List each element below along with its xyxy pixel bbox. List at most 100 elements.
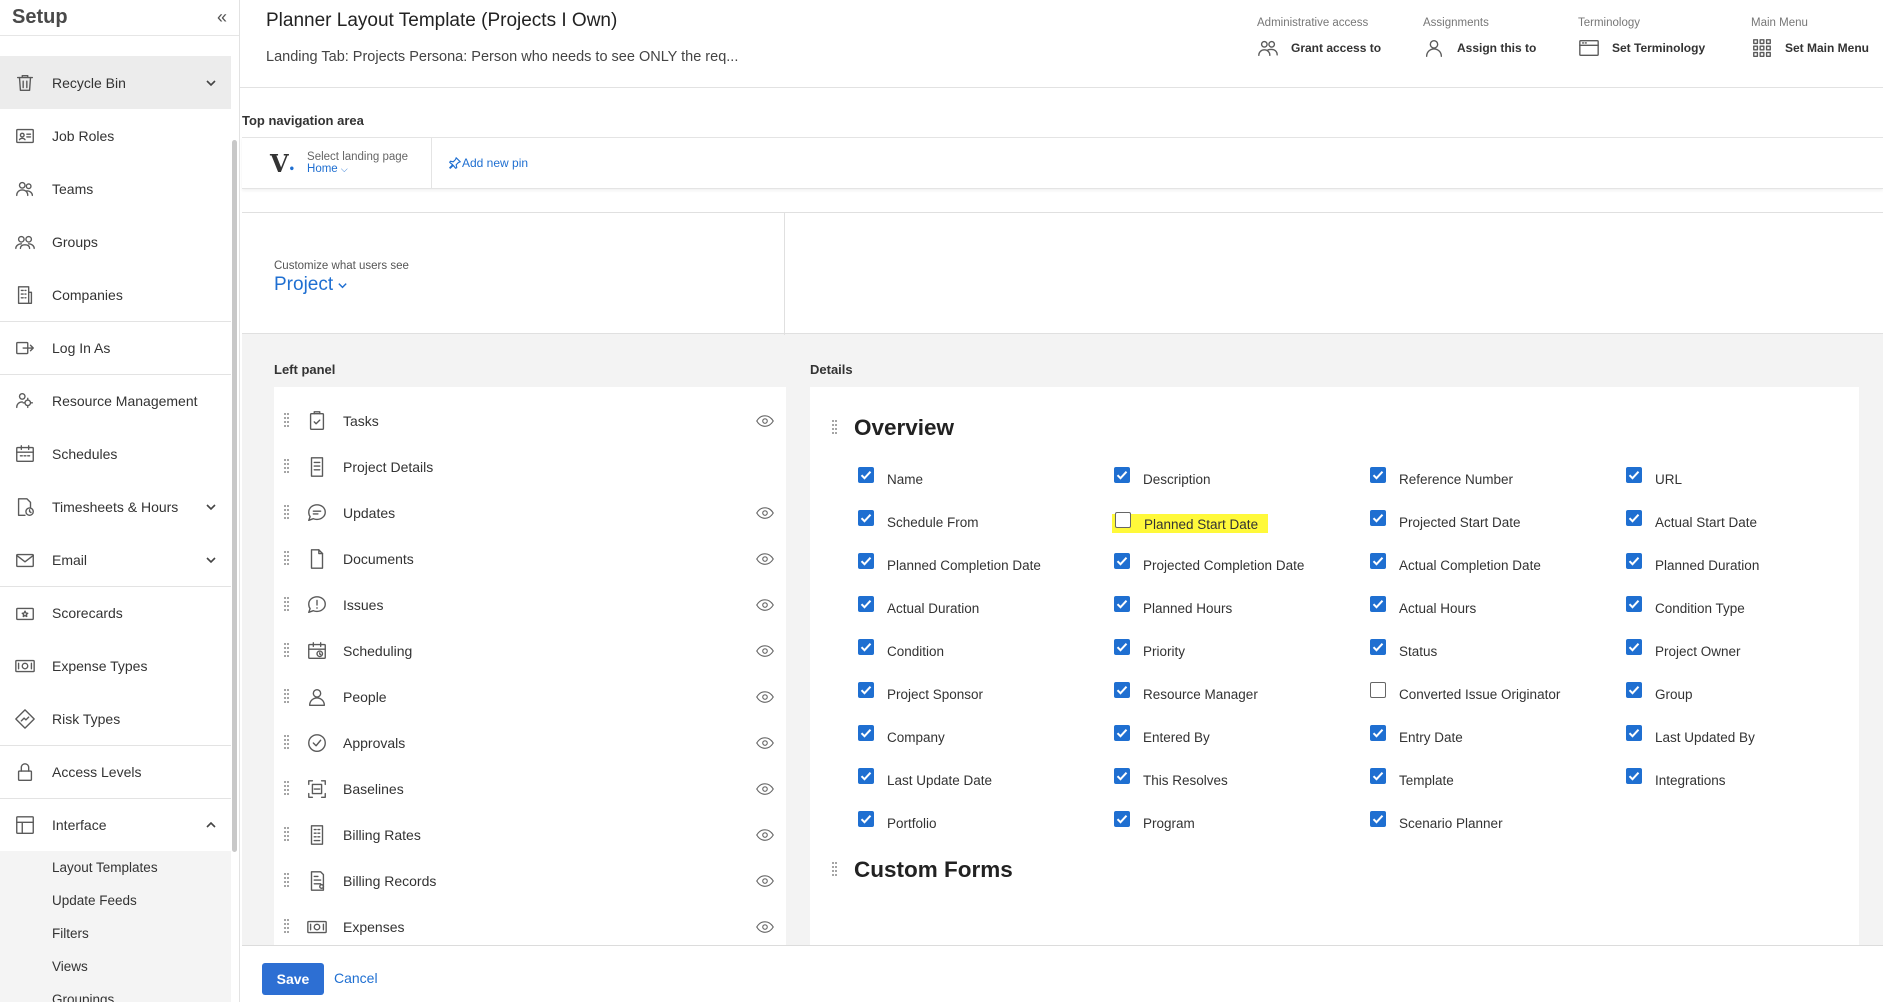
eye-icon[interactable] [756,507,774,519]
field-checkbox-item[interactable]: Condition Type [1626,596,1745,616]
checkbox-checked[interactable] [1370,639,1386,655]
checkbox-checked[interactable] [1370,510,1386,526]
field-checkbox-item[interactable]: Status [1370,639,1437,659]
checkbox-checked[interactable] [1626,553,1642,569]
checkbox-checked[interactable] [1626,725,1642,741]
sidebar-item[interactable]: Schedules [0,427,231,480]
sidebar-item[interactable]: Timesheets & Hours [0,480,231,533]
eye-icon[interactable] [756,645,774,657]
drag-handle-icon[interactable] [284,505,292,521]
field-checkbox-item[interactable]: Last Update Date [858,768,992,788]
field-checkbox-item[interactable]: Portfolio [858,811,937,831]
sidebar-item[interactable]: Job Roles [0,109,231,162]
overview-section-header[interactable]: Overview [832,415,954,441]
custom-forms-section-header[interactable]: Custom Forms [832,857,1013,883]
drag-handle-icon[interactable] [284,413,292,429]
checkbox-checked[interactable] [1114,553,1130,569]
field-checkbox-item[interactable]: Project Owner [1626,639,1741,659]
header-action-button[interactable]: Grant access to [1257,37,1381,59]
eye-icon[interactable] [756,553,774,565]
checkbox-checked[interactable] [1114,768,1130,784]
cancel-button[interactable]: Cancel [334,970,378,986]
checkbox-checked[interactable] [1626,639,1642,655]
drag-handle-icon[interactable] [284,735,292,751]
field-checkbox-item[interactable]: Resource Manager [1114,682,1258,702]
object-type-dropdown[interactable]: Project [274,274,348,296]
add-new-pin-button[interactable]: Add new pin [432,138,528,188]
field-checkbox-item[interactable]: Name [858,467,923,487]
field-checkbox-item[interactable]: Condition [858,639,944,659]
drag-handle-icon[interactable] [284,919,292,935]
header-action-button[interactable]: Assign this to [1423,37,1536,59]
checkbox-checked[interactable] [1626,510,1642,526]
drag-handle-icon[interactable] [284,827,292,843]
checkbox-checked[interactable] [1114,467,1130,483]
checkbox-checked[interactable] [1114,596,1130,612]
eye-icon[interactable] [756,829,774,841]
left-panel-item[interactable]: Documents [274,536,786,582]
left-panel-item[interactable]: Billing Records [274,858,786,904]
field-checkbox-item[interactable]: URL [1626,467,1682,487]
left-panel-item[interactable]: Baselines [274,766,786,812]
checkbox-checked[interactable] [1370,553,1386,569]
left-panel-item[interactable]: Billing Rates [274,812,786,858]
sidebar-subitem[interactable]: Views [0,950,231,983]
drag-handle-icon[interactable] [284,459,292,475]
checkbox-checked[interactable] [1626,682,1642,698]
field-checkbox-item[interactable]: Last Updated By [1626,725,1755,745]
checkbox-checked[interactable] [1370,596,1386,612]
checkbox-checked[interactable] [858,811,874,827]
sidebar-item[interactable]: Teams [0,162,231,215]
field-checkbox-item[interactable]: Planned Start Date [1112,512,1269,533]
field-checkbox-item[interactable]: Actual Hours [1370,596,1476,616]
field-checkbox-item[interactable]: Project Sponsor [858,682,983,702]
checkbox-checked[interactable] [858,596,874,612]
sidebar-item[interactable]: Email [0,533,231,586]
save-button[interactable]: Save [262,963,324,995]
sidebar-item[interactable]: Scorecards [0,586,231,639]
sidebar-subitem[interactable]: Groupings [0,983,231,1002]
checkbox-checked[interactable] [858,768,874,784]
field-checkbox-item[interactable]: Projected Start Date [1370,510,1521,530]
landing-page-selector[interactable]: V• Select landing page Home ⌵ [242,138,432,188]
sidebar-item[interactable]: Log In As [0,321,231,374]
sidebar-item[interactable]: Groups [0,215,231,268]
sidebar-item[interactable]: Interface [0,798,231,851]
field-checkbox-item[interactable]: Entry Date [1370,725,1463,745]
sidebar-item[interactable]: Companies [0,268,231,321]
sidebar-item[interactable]: Recycle Bin [0,56,231,109]
checkbox-checked[interactable] [1114,682,1130,698]
checkbox-checked[interactable] [858,553,874,569]
eye-icon[interactable] [756,921,774,933]
field-checkbox-item[interactable]: Priority [1114,639,1185,659]
field-checkbox-item[interactable]: Program [1114,811,1195,831]
checkbox-checked[interactable] [858,467,874,483]
checkbox-checked[interactable] [858,639,874,655]
field-checkbox-item[interactable]: Actual Start Date [1626,510,1757,530]
field-checkbox-item[interactable]: Template [1370,768,1454,788]
checkbox-unchecked[interactable] [1115,512,1131,528]
sidebar-subitem[interactable]: Update Feeds [0,884,231,917]
header-action-button[interactable]: Set Main Menu [1751,37,1869,59]
drag-handle-icon[interactable] [284,597,292,613]
sidebar-item[interactable]: Resource Management [0,374,231,427]
checkbox-unchecked[interactable] [1370,682,1386,698]
field-checkbox-item[interactable]: Actual Duration [858,596,979,616]
drag-handle-icon[interactable] [284,643,292,659]
checkbox-checked[interactable] [1626,768,1642,784]
field-checkbox-item[interactable]: Converted Issue Originator [1370,682,1560,702]
field-checkbox-item[interactable]: Planned Duration [1626,553,1759,573]
sidebar-item[interactable]: Risk Types [0,692,231,745]
eye-icon[interactable] [756,599,774,611]
drag-handle-icon[interactable] [284,689,292,705]
checkbox-checked[interactable] [1114,639,1130,655]
sidebar-scrollbar[interactable] [232,140,237,852]
checkbox-checked[interactable] [1626,596,1642,612]
left-panel-item[interactable]: Updates [274,490,786,536]
eye-icon[interactable] [756,783,774,795]
left-panel-item[interactable]: Project Details [274,444,786,490]
checkbox-checked[interactable] [1370,768,1386,784]
checkbox-checked[interactable] [858,725,874,741]
drag-handle-icon[interactable] [832,420,840,436]
field-checkbox-item[interactable]: Actual Completion Date [1370,553,1541,573]
